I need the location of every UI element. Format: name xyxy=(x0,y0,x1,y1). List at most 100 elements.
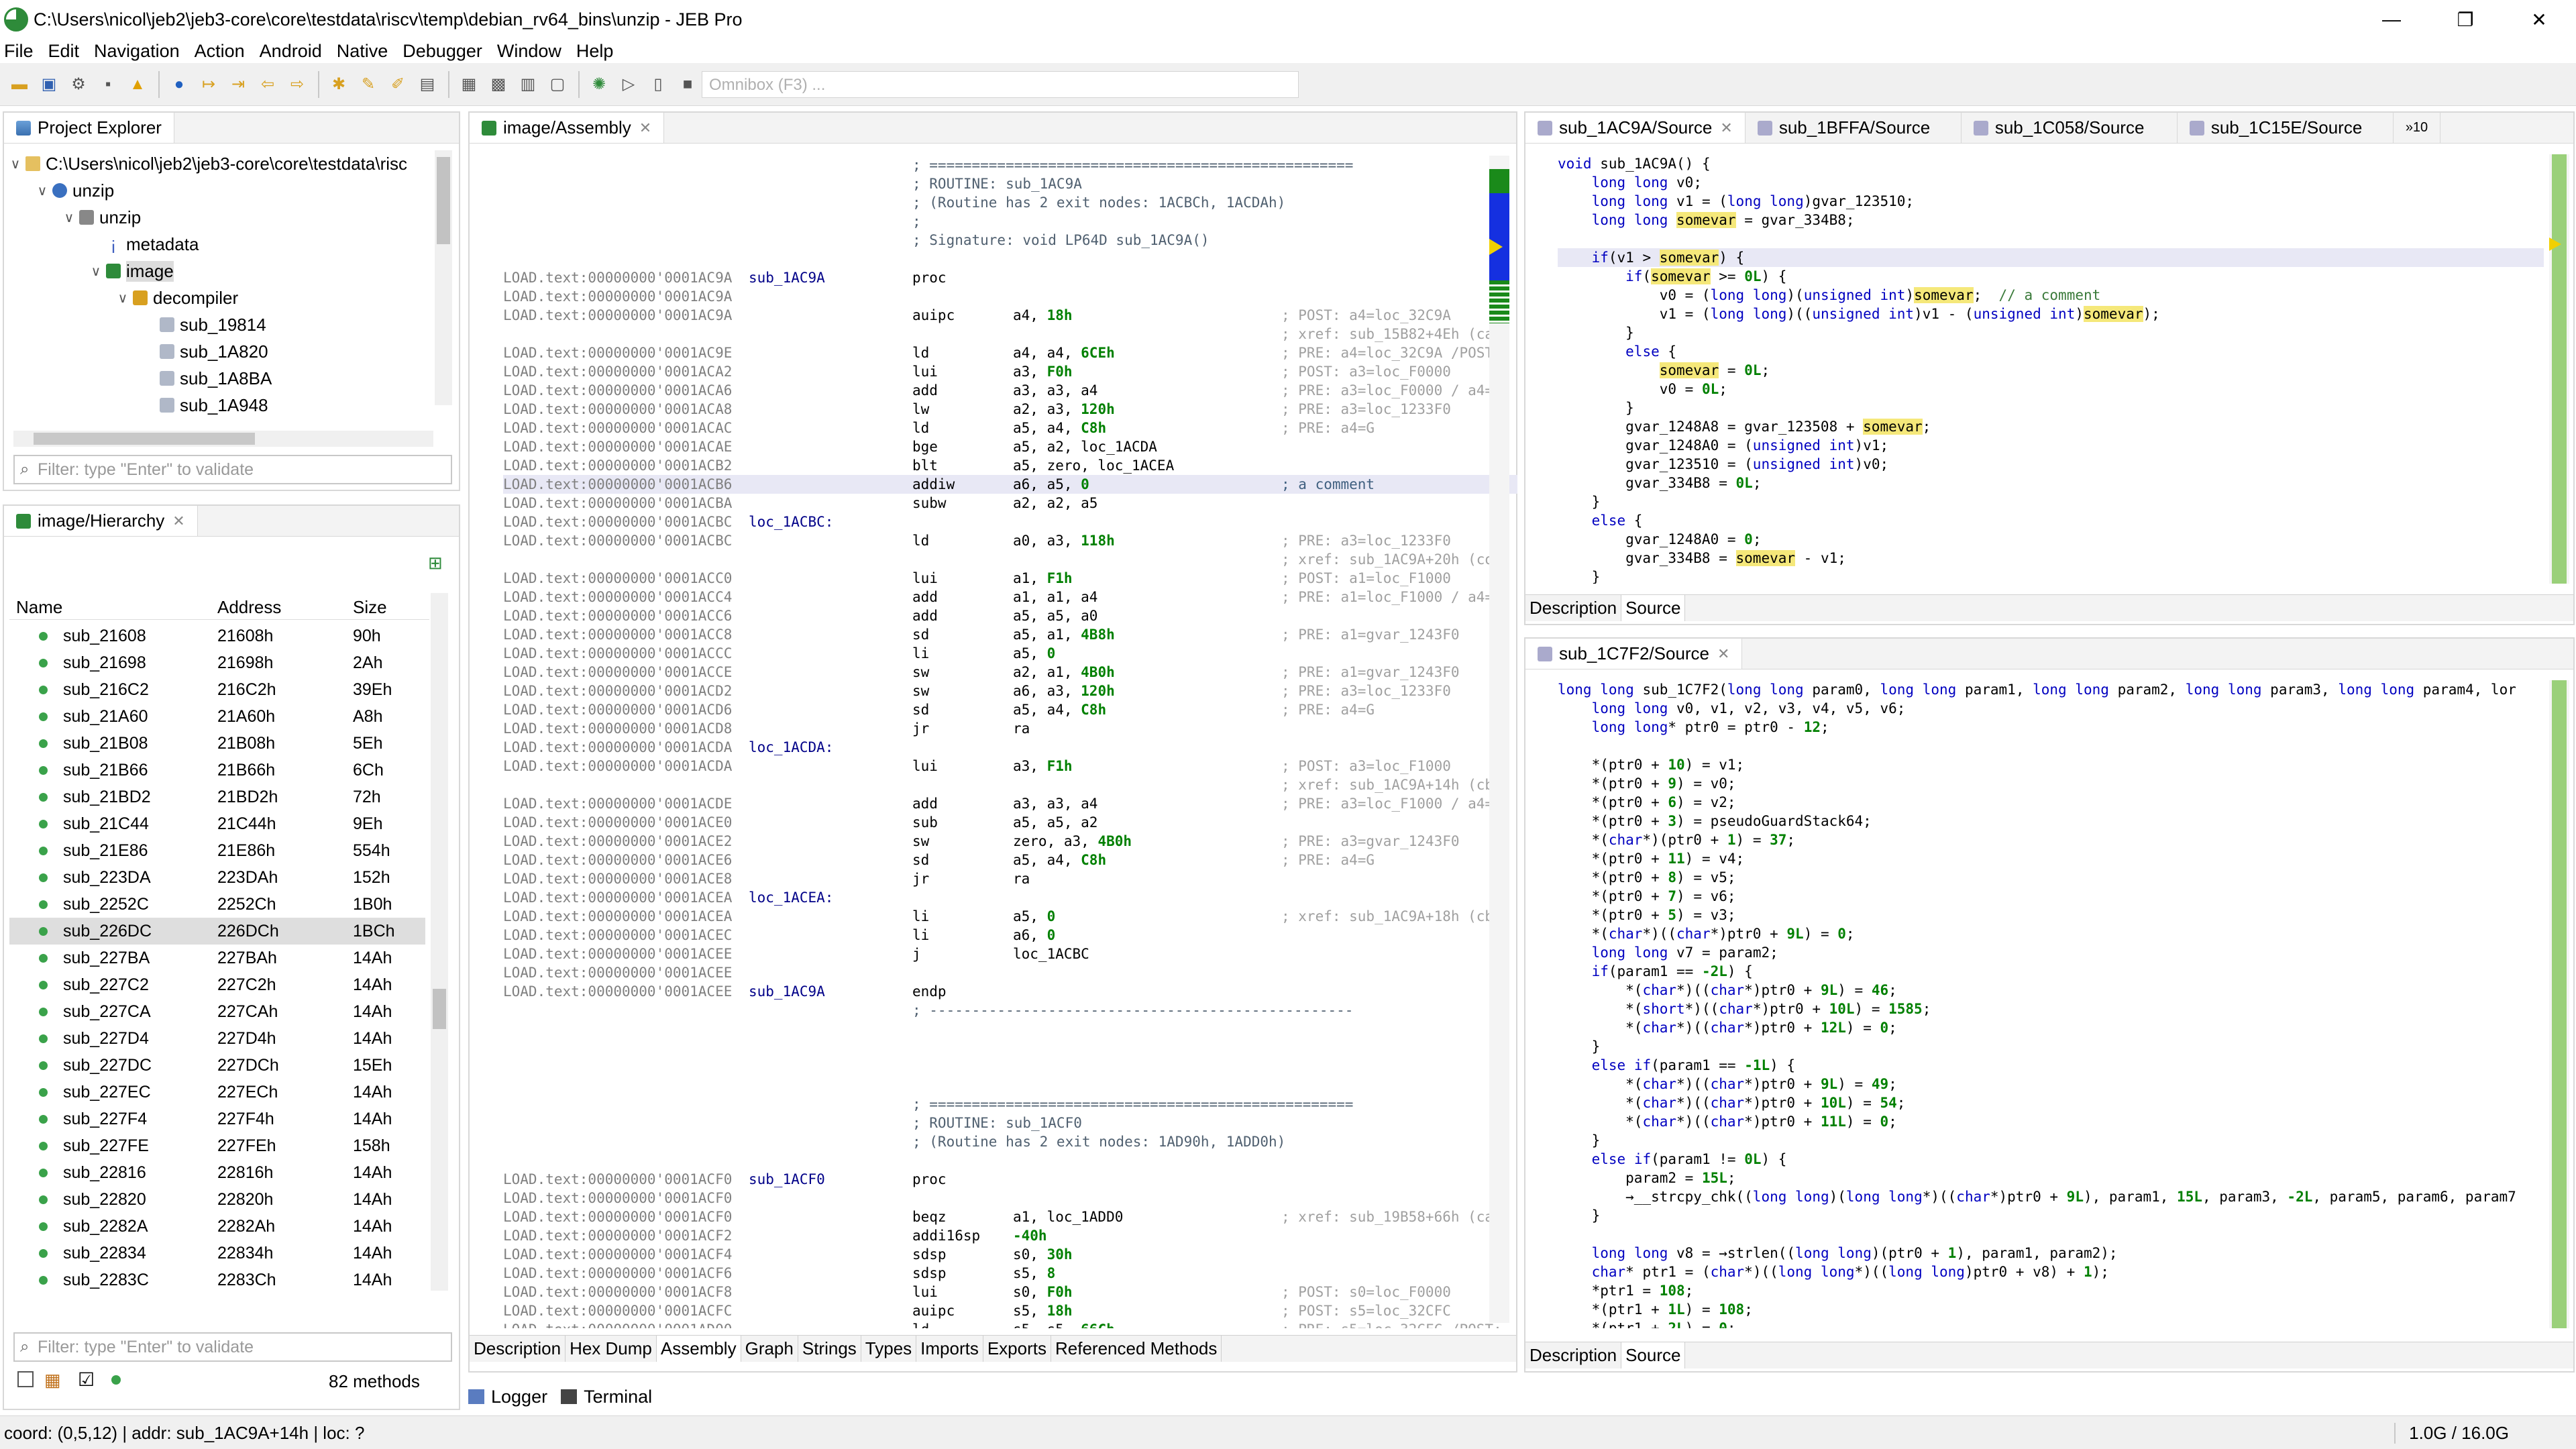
tab-source-sub-1c15e[interactable]: sub_1C15E/Source xyxy=(2178,113,2394,143)
tree-item[interactable]: sub_1A948 xyxy=(8,392,435,419)
asm-line[interactable]: LOAD.text:00000000'0001ACA6 add a3, a3, a4… xyxy=(503,381,1517,400)
tree-item[interactable]: ∨ decompiler xyxy=(8,284,435,311)
asm-line[interactable]: LOAD.text:00000000'0001ACDA loc_1ACDA: xyxy=(503,738,1517,757)
tab-assembly[interactable]: Assembly xyxy=(656,1336,741,1362)
tab-project-explorer[interactable]: Project Explorer xyxy=(4,113,174,143)
asm-line[interactable]: LOAD.text:00000000'0001AD00 ld s5, s5, 66C… xyxy=(503,1320,1517,1328)
menu-debugger[interactable]: Debugger xyxy=(402,41,482,62)
table-row[interactable]: sub_226DC 226DCh 1BCh xyxy=(9,918,425,945)
asm-line[interactable]: LOAD.text:00000000'0001ACCC li a5, 0 xyxy=(503,644,1517,663)
scrollbar-thumb[interactable] xyxy=(437,157,450,244)
asm-line[interactable]: ; ======================================… xyxy=(503,1095,1517,1114)
variable-highlight[interactable]: somevar xyxy=(1651,268,1711,284)
asm-line[interactable]: LOAD.text:00000000'0001ACC6 add a5, a5, a0 xyxy=(503,606,1517,625)
tab-strings[interactable]: Strings xyxy=(798,1336,861,1362)
asm-line[interactable]: LOAD.text:00000000'0001ACF2 addi16sp -40h xyxy=(503,1226,1517,1245)
tab-logger[interactable]: Logger xyxy=(491,1387,547,1407)
collapse-chevron-icon[interactable]: ∨ xyxy=(8,156,23,172)
column-address[interactable]: Address xyxy=(217,597,281,618)
table-row[interactable]: sub_21A60 21A60h A8h xyxy=(9,703,425,730)
tab-image-hierarchy[interactable]: image/Hierarchy ✕ xyxy=(4,506,198,536)
table-row[interactable]: sub_227D4 227D4h 14Ah xyxy=(9,1025,425,1052)
tab-types[interactable]: Types xyxy=(861,1336,917,1362)
collapse-chevron-icon[interactable]: ∨ xyxy=(62,209,76,226)
forward-icon[interactable]: ⇨ xyxy=(287,74,307,95)
source-line[interactable]: *(ptr0 + 6) = v2; xyxy=(1558,793,2544,812)
scrollbar-thumb[interactable] xyxy=(34,433,255,445)
source-line[interactable]: gvar_123510 = (unsigned int)v0; xyxy=(1558,455,2544,474)
project-filter-input[interactable]: ⌕ Filter: type "Enter" to validate xyxy=(13,455,452,484)
asm-line[interactable]: ; Signature: void LP64D sub_1AC9A() xyxy=(503,231,1517,250)
source-line[interactable]: } xyxy=(1558,1131,2544,1150)
table-row[interactable]: sub_227F4 227F4h 14Ah xyxy=(9,1106,425,1132)
close-project-icon[interactable]: ▪ xyxy=(98,74,118,95)
asm-line[interactable]: ; xref: sub_15B82+4Eh (cal xyxy=(503,325,1517,343)
variable-highlight[interactable]: somevar xyxy=(1735,550,1796,566)
source-line[interactable]: *(short*)((char*)ptr0 + 10L) = 1585; xyxy=(1558,1000,2544,1018)
asm-line[interactable] xyxy=(503,1076,1517,1095)
asm-line[interactable]: LOAD.text:00000000'0001ACD6 sd a5, a4, C8h… xyxy=(503,700,1517,719)
source-line[interactable]: *(ptr0 + 3) = pseudoGuardStack64; xyxy=(1558,812,2544,830)
table-row[interactable]: sub_22816 22816h 14Ah xyxy=(9,1159,425,1186)
source-line[interactable]: *(ptr0 + 8) = v5; xyxy=(1558,868,2544,887)
asm-line[interactable]: LOAD.text:00000000'0001ACAC ld a5, a4, C8h… xyxy=(503,419,1517,437)
navigation-overview-bar[interactable] xyxy=(1489,156,1509,1323)
tree-item[interactable]: ∨ unzip xyxy=(8,177,435,204)
tree-item[interactable]: i metadata xyxy=(8,231,435,258)
asm-line[interactable]: ; xref: sub_1AC9A+20h (coc xyxy=(503,550,1517,569)
column-size[interactable]: Size xyxy=(353,597,387,618)
asm-line[interactable]: LOAD.text:00000000'0001ACBC ld a0, a3, 118… xyxy=(503,531,1517,550)
source-line[interactable]: *(char*)(ptr0 + 1) = 37; xyxy=(1558,830,2544,849)
source-line[interactable]: long long sub_1C7F2(long long param0, lo… xyxy=(1558,680,2544,699)
table-row[interactable]: sub_2282A 2282Ah 14Ah xyxy=(9,1213,425,1240)
asm-line[interactable] xyxy=(503,1151,1517,1170)
source-line[interactable]: gvar_1248A0 = 0; xyxy=(1558,530,2544,549)
source-line[interactable]: v1 = (long long)((unsigned int)v1 - (uns… xyxy=(1558,305,2544,323)
source-code-view[interactable]: void sub_1AC9A() { long long v0; long lo… xyxy=(1558,154,2544,584)
source-line[interactable]: if(somevar >= 0L) { xyxy=(1558,267,2544,286)
close-tab-icon[interactable]: ✕ xyxy=(639,119,651,137)
tree-item[interactable]: ∨ image xyxy=(8,258,435,284)
tab-source[interactable]: Source xyxy=(1621,595,1686,621)
tree-item[interactable]: ∨ unzip xyxy=(8,204,435,231)
table-row[interactable]: sub_227FE 227FEh 158h xyxy=(9,1132,425,1159)
scrollbar-thumb[interactable] xyxy=(433,989,446,1029)
tree-item[interactable]: sub_19814 xyxy=(8,311,435,338)
source-line[interactable]: *(ptr0 + 11) = v4; xyxy=(1558,849,2544,868)
collapse-chevron-icon[interactable]: ∨ xyxy=(35,182,50,199)
source-line[interactable]: else { xyxy=(1558,342,2544,361)
source-line[interactable] xyxy=(1558,1225,2544,1244)
source-line[interactable]: *(char*)((char*)ptr0 + 10L) = 54; xyxy=(1558,1093,2544,1112)
save-icon[interactable]: ▣ xyxy=(39,74,59,95)
source-line[interactable]: *(ptr0 + 10) = v1; xyxy=(1558,755,2544,774)
asm-line[interactable]: ; (Routine has 2 exit nodes: 1ACBCh, 1AC… xyxy=(503,193,1517,212)
source-line[interactable]: char* ptr1 = (char*)((long long*)((long … xyxy=(1558,1263,2544,1281)
grid-icon[interactable]: ▦ xyxy=(459,74,479,95)
collapse-chevron-icon[interactable]: ∨ xyxy=(89,263,103,280)
source-line[interactable]: } xyxy=(1558,1206,2544,1225)
follow-icon[interactable]: ⇥ xyxy=(228,74,248,95)
asm-line[interactable]: LOAD.text:00000000'0001ACA8 lw a2, a3, 120… xyxy=(503,400,1517,419)
asm-line[interactable]: ; ROUTINE: sub_1ACF0 xyxy=(503,1114,1517,1132)
asm-line[interactable]: ; --------------------------------------… xyxy=(503,1001,1517,1020)
asm-line[interactable] xyxy=(503,1020,1517,1038)
asm-line[interactable]: ; xyxy=(503,212,1517,231)
table-row[interactable]: sub_21B66 21B66h 6Ch xyxy=(9,757,425,784)
table-row[interactable]: sub_21698 21698h 2Ah xyxy=(9,649,425,676)
tab-referenced-methods[interactable]: Referenced Methods xyxy=(1051,1336,1222,1362)
asm-line[interactable] xyxy=(503,1057,1517,1076)
tab-description[interactable]: Description xyxy=(1525,595,1622,621)
asm-line[interactable]: LOAD.text:00000000'0001ACF4 sdsp s0, 30h xyxy=(503,1245,1517,1264)
source-line[interactable]: else if(param1 != 0L) { xyxy=(1558,1150,2544,1169)
tab-graph[interactable]: Graph xyxy=(741,1336,798,1362)
asm-line[interactable]: LOAD.text:00000000'0001ACE2 sw zero, a3, 4… xyxy=(503,832,1517,851)
window-icon[interactable]: ▢ xyxy=(547,74,568,95)
asm-line[interactable]: LOAD.text:00000000'0001ACE8 jr ra xyxy=(503,869,1517,888)
maximize-button[interactable]: ❐ xyxy=(2428,0,2502,39)
source-line[interactable]: } xyxy=(1558,398,2544,417)
asm-line[interactable]: LOAD.text:00000000'0001AC9A auipc a4, 18h;… xyxy=(503,306,1517,325)
tree-item[interactable]: sub_1A820 xyxy=(8,338,435,365)
asm-line[interactable]: LOAD.text:00000000'0001ACF6 sdsp s5, 8 xyxy=(503,1264,1517,1283)
menu-edit[interactable]: Edit xyxy=(48,41,80,62)
asm-line[interactable]: LOAD.text:00000000'0001ACC0 lui a1, F1h ; P… xyxy=(503,569,1517,588)
